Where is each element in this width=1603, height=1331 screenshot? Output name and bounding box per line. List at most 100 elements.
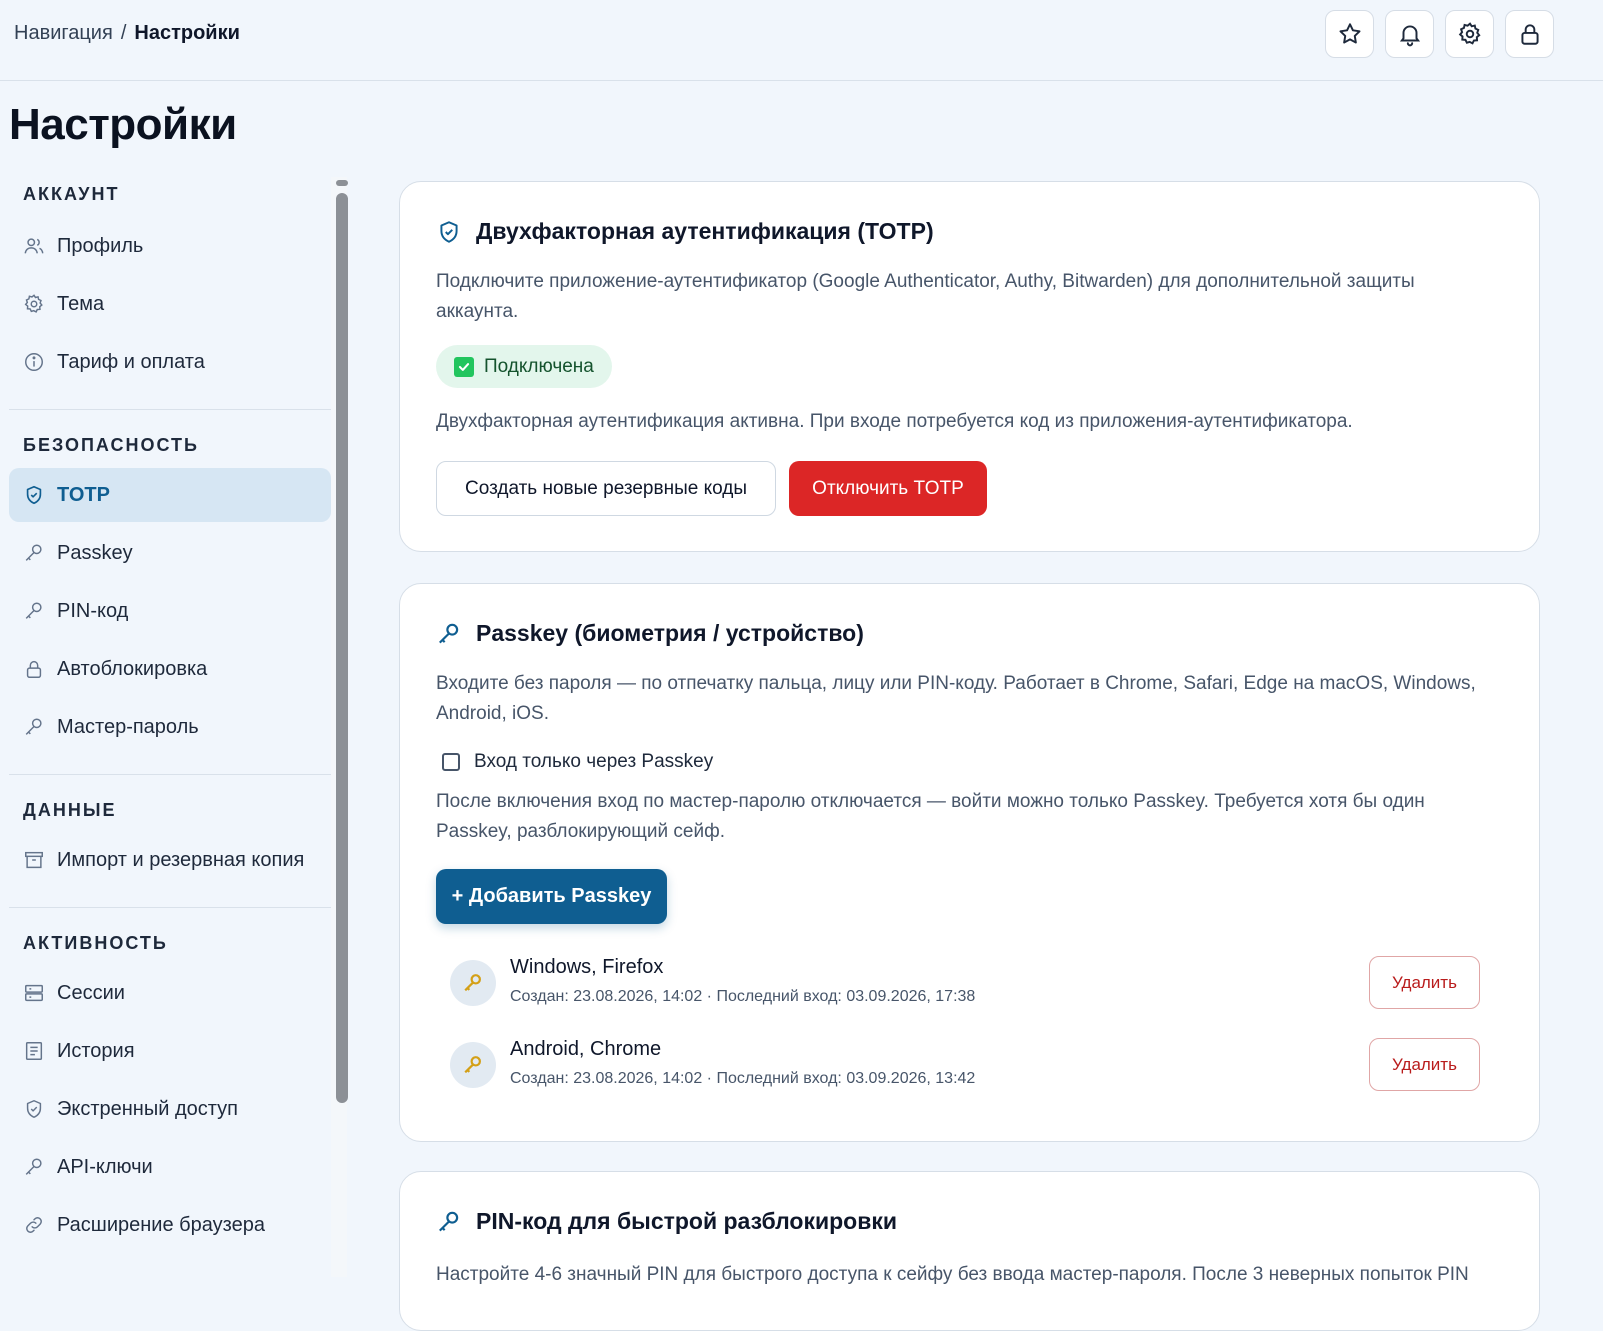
breadcrumb-root[interactable]: Навигация	[14, 22, 113, 44]
add-passkey-button[interactable]: + Добавить Passkey	[436, 869, 667, 924]
settings-sidebar: АККАУНТ Профиль Тема Тариф и оплата БЕЗО…	[9, 177, 331, 1277]
passkey-only-label: Вход только через Passkey	[474, 751, 714, 772]
sidebar-item-label: Мастер-пароль	[57, 715, 199, 738]
sidebar-scrollbar-thumb[interactable]	[336, 193, 348, 1103]
sidebar-item-emergency-access[interactable]: Экстренный доступ	[9, 1082, 331, 1136]
star-icon	[1338, 23, 1361, 44]
passkey-only-checkbox-row[interactable]: Вход только через Passkey	[442, 751, 713, 773]
sidebar-item-browser-extension[interactable]: Расширение браузера	[9, 1198, 331, 1252]
passkey-name: Windows, Firefox	[510, 956, 664, 978]
sidebar-item-sessions[interactable]: Сессии	[9, 966, 331, 1020]
sidebar-divider	[9, 409, 331, 410]
key-icon	[23, 600, 45, 622]
sidebar-item-billing[interactable]: Тариф и оплата	[9, 335, 331, 389]
passkey-name: Android, Chrome	[510, 1038, 662, 1060]
totp-description: Подключите приложение-аутентификатор (Go…	[436, 271, 1415, 322]
sidebar-item-label: Импорт и резервная копия	[57, 848, 305, 871]
passkey-title: Passkey (биометрия / устройство)	[436, 620, 864, 647]
sidebar-section-security: БЕЗОПАСНОСТЬ	[23, 435, 199, 455]
sidebar-item-label: Тема	[57, 292, 105, 315]
page-title: Настройки	[9, 100, 237, 149]
key-icon	[23, 542, 45, 564]
sidebar-divider	[9, 774, 331, 775]
passkey-card: Passkey (биометрия / устройство) Входите…	[399, 583, 1540, 1142]
sidebar-item-label: Passkey	[57, 541, 133, 564]
key-icon	[450, 960, 496, 1006]
scroll-up-arrow[interactable]	[336, 180, 348, 186]
shield-icon	[436, 219, 462, 245]
breadcrumb-separator: /	[120, 22, 127, 44]
sidebar-item-history[interactable]: История	[9, 1024, 331, 1078]
status-badge: Подключена	[436, 345, 612, 388]
link-icon	[23, 1214, 45, 1236]
shield-icon	[23, 1098, 45, 1120]
sidebar-item-label: TOTP	[57, 483, 110, 506]
check-icon	[454, 356, 474, 377]
sidebar-section-account: АККАУНТ	[23, 184, 120, 204]
sidebar-item-label: Автоблокировка	[57, 657, 208, 680]
sidebar-item-label: Экстренный доступ	[57, 1097, 238, 1120]
passkey-only-checkbox[interactable]	[442, 753, 460, 771]
passkey-meta: Создан: 23.08.2026, 14:02 · Последний вх…	[510, 1070, 976, 1087]
key-icon	[450, 1042, 496, 1088]
key-icon	[436, 1209, 462, 1235]
sidebar-item-pin[interactable]: PIN-код	[9, 584, 331, 638]
delete-passkey-button[interactable]: Удалить	[1369, 1038, 1480, 1091]
sidebar-item-passkey[interactable]: Passkey	[9, 526, 331, 580]
totp-title-text: Двухфакторная аутентификация (TOTP)	[476, 218, 934, 244]
sidebar-item-label: Профиль	[57, 234, 144, 257]
status-badge-label: Подключена	[484, 355, 594, 377]
top-actions	[1325, 10, 1554, 58]
totp-status-text: Двухфакторная аутентификация активна. Пр…	[436, 411, 1353, 432]
pin-description: Настройте 4-6 значный PIN для быстрого д…	[436, 1264, 1469, 1285]
sidebar-item-label: Сессии	[57, 981, 125, 1004]
notifications-button[interactable]	[1385, 10, 1434, 58]
new-backup-codes-button[interactable]: Создать новые резервные коды	[436, 461, 776, 516]
sidebar-divider	[9, 907, 331, 908]
server-icon	[23, 982, 45, 1004]
bell-icon	[1399, 25, 1420, 47]
sidebar-item-totp[interactable]: TOTP	[9, 468, 331, 522]
sidebar-item-autolock[interactable]: Автоблокировка	[9, 642, 331, 696]
sidebar-section-data: ДАННЫЕ	[23, 800, 117, 820]
archive-icon	[23, 849, 45, 871]
breadcrumb: Навигация / Настройки	[14, 22, 240, 45]
lock-icon	[23, 658, 45, 680]
key-icon	[23, 1156, 45, 1178]
lock-button[interactable]	[1505, 10, 1554, 58]
shield-icon	[23, 484, 45, 506]
passkey-only-hint: После включения вход по мастер-паролю от…	[436, 791, 1425, 842]
sidebar-item-master-password[interactable]: Мастер-пароль	[9, 700, 331, 754]
list-icon	[23, 1040, 45, 1062]
passkey-meta: Создан: 23.08.2026, 14:02 · Последний вх…	[510, 988, 976, 1005]
delete-passkey-button[interactable]: Удалить	[1369, 956, 1480, 1009]
sidebar-item-profile[interactable]: Профиль	[9, 219, 331, 273]
top-bar: Навигация / Настройки	[0, 0, 1603, 81]
passkey-description: Входите без пароля — по отпечатку пальца…	[436, 673, 1476, 724]
favorites-button[interactable]	[1325, 10, 1374, 58]
key-icon	[436, 621, 462, 647]
sidebar-item-api-keys[interactable]: API-ключи	[9, 1140, 331, 1194]
list-item: Android, Chrome Создан: 23.08.2026, 14:0…	[450, 1038, 1480, 1098]
lock-icon	[1520, 24, 1539, 45]
users-icon	[23, 235, 45, 257]
pin-title-text: PIN-код для быстрой разблокировки	[476, 1208, 898, 1234]
breadcrumb-current: Настройки	[134, 22, 240, 44]
pin-card: PIN-код для быстрой разблокировки Настро…	[399, 1171, 1540, 1331]
key-icon	[23, 716, 45, 738]
totp-title: Двухфакторная аутентификация (TOTP)	[436, 218, 934, 245]
sidebar-item-label: API-ключи	[57, 1155, 153, 1178]
sidebar-item-import-backup[interactable]: Импорт и резервная копия	[9, 833, 331, 887]
totp-card: Двухфакторная аутентификация (TOTP) Подк…	[399, 181, 1540, 552]
pin-title: PIN-код для быстрой разблокировки	[436, 1208, 897, 1235]
info-icon	[23, 351, 45, 373]
gear-icon	[1458, 22, 1481, 45]
sidebar-item-label: Расширение браузера	[57, 1213, 265, 1236]
sidebar-item-theme[interactable]: Тема	[9, 277, 331, 331]
sidebar-item-label: История	[57, 1039, 135, 1062]
settings-button[interactable]	[1445, 10, 1494, 58]
sidebar-item-label: Тариф и оплата	[57, 350, 205, 373]
passkey-title-text: Passkey (биометрия / устройство)	[476, 620, 864, 646]
disable-totp-button[interactable]: Отключить TOTP	[789, 461, 987, 516]
gear-icon	[23, 293, 45, 315]
